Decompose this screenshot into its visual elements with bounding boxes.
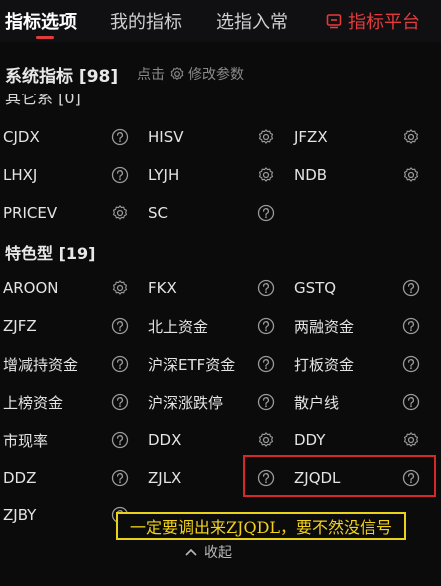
active-tab-underline xyxy=(36,36,54,39)
platform-label: 指标平台 xyxy=(348,12,420,33)
indicator-item[interactable]: CJDX xyxy=(3,122,40,152)
indicator-name: NDB xyxy=(294,166,328,184)
indicator-name: DDX xyxy=(148,431,182,449)
indicator-item[interactable]: GSTQ xyxy=(294,273,336,303)
indicator-item[interactable]: LHXJ xyxy=(3,160,37,190)
top-tab-bar: 指标选项 我的指标 选指入常 指标平台 xyxy=(0,0,441,43)
hint-prefix: 点击 xyxy=(137,67,165,83)
gear-icon[interactable] xyxy=(257,166,275,184)
indicator-name: 两融资金 xyxy=(294,317,355,336)
help-icon[interactable] xyxy=(257,355,275,373)
indicator-name: 市现率 xyxy=(3,431,49,450)
gear-icon[interactable] xyxy=(402,128,420,146)
indicator-item[interactable]: LYJH xyxy=(148,160,179,190)
gear-icon[interactable] xyxy=(257,128,275,146)
help-icon[interactable] xyxy=(402,317,420,335)
indicator-item[interactable]: 打板资金 xyxy=(294,349,354,379)
indicator-item[interactable]: DDY xyxy=(294,425,325,455)
indicator-item[interactable]: ZJFZ xyxy=(3,311,37,341)
indicator-item[interactable]: SC xyxy=(148,198,168,228)
annotation-note: 一定要调出来ZJQDL，要不然没信号 xyxy=(116,512,406,540)
platform-icon xyxy=(326,14,342,29)
indicator-item[interactable]: 沪深涨跌停 xyxy=(148,387,223,417)
indicator-item[interactable]: ZJLX xyxy=(148,463,181,493)
indicator-name: 沪深涨跌停 xyxy=(148,393,224,412)
indicator-item[interactable]: 沪深ETF资金 xyxy=(148,349,235,379)
indicator-name: DDZ xyxy=(3,469,37,487)
help-icon[interactable] xyxy=(402,393,420,411)
indicator-item[interactable]: 增减持资金 xyxy=(3,349,78,379)
indicator-item[interactable]: DDX xyxy=(148,425,181,455)
indicator-name: 散户线 xyxy=(294,393,340,412)
clipped-section-title: 其它系 [0] xyxy=(5,94,205,106)
tab-indicator-options[interactable]: 指标选项 xyxy=(5,8,77,34)
indicator-name: ZJLX xyxy=(148,469,182,487)
indicator-name: 增减持资金 xyxy=(3,355,79,374)
help-icon[interactable] xyxy=(257,204,275,222)
indicator-name: LYJH xyxy=(148,166,180,184)
indicator-item[interactable]: 北上资金 xyxy=(148,311,208,341)
help-icon[interactable] xyxy=(257,393,275,411)
help-icon[interactable] xyxy=(111,469,129,487)
indicator-item[interactable]: ZJBY xyxy=(3,500,36,530)
indicator-item[interactable]: NDB xyxy=(294,160,327,190)
indicator-name: PRICEV xyxy=(3,204,58,222)
help-icon[interactable] xyxy=(402,279,420,297)
help-icon[interactable] xyxy=(111,166,129,184)
chevron-up-icon xyxy=(185,548,197,556)
indicator-item[interactable]: JFZX xyxy=(294,122,328,152)
edit-params-hint: 点击 修改参数 xyxy=(137,64,244,84)
gear-icon[interactable] xyxy=(402,166,420,184)
help-icon[interactable] xyxy=(111,317,129,335)
indicator-name: 打板资金 xyxy=(294,355,355,374)
gear-icon[interactable] xyxy=(402,431,420,449)
indicator-name: 沪深ETF资金 xyxy=(148,355,236,374)
collapse-label: 收起 xyxy=(204,545,232,561)
indicator-item[interactable]: 上榜资金 xyxy=(3,387,63,417)
indicator-item[interactable]: FKX xyxy=(148,273,177,303)
indicator-name: 上榜资金 xyxy=(3,393,64,412)
indicator-name: DDY xyxy=(294,431,326,449)
indicator-name: GSTQ xyxy=(294,279,337,297)
help-icon[interactable] xyxy=(111,393,129,411)
tab-my-indicators[interactable]: 我的指标 xyxy=(110,8,182,34)
indicator-name: ZJBY xyxy=(3,506,37,524)
indicator-item[interactable]: 市现率 xyxy=(3,425,48,455)
indicator-name: FKX xyxy=(148,279,177,297)
help-icon[interactable] xyxy=(111,431,129,449)
indicator-item[interactable]: 散户线 xyxy=(294,387,339,417)
indicator-name: JFZX xyxy=(294,128,328,146)
indicator-item[interactable]: 两融资金 xyxy=(294,311,354,341)
indicator-name: AROON xyxy=(3,279,59,297)
clipped-section-label: 其它系 [0] xyxy=(5,94,81,106)
indicator-platform-button[interactable]: 指标平台 xyxy=(326,8,420,34)
indicator-name: SC xyxy=(148,204,168,222)
indicator-name: ZJFZ xyxy=(3,317,37,335)
indicator-name: HISV xyxy=(148,128,184,146)
indicator-name: CJDX xyxy=(3,128,40,146)
help-icon[interactable] xyxy=(111,355,129,373)
hint-suffix: 修改参数 xyxy=(188,67,244,83)
collapse-button[interactable]: 收起 xyxy=(184,542,232,562)
indicator-item[interactable]: AROON xyxy=(3,273,59,303)
help-icon[interactable] xyxy=(111,128,129,146)
indicator-item[interactable]: HISV xyxy=(148,122,184,152)
help-icon[interactable] xyxy=(402,355,420,373)
help-icon[interactable] xyxy=(257,317,275,335)
gear-icon xyxy=(170,67,184,80)
indicator-item[interactable]: PRICEV xyxy=(3,198,57,228)
indicator-name: 北上资金 xyxy=(148,317,209,336)
gear-icon[interactable] xyxy=(257,431,275,449)
indicator-name: LHXJ xyxy=(3,166,38,184)
tab-select-indicators[interactable]: 选指入常 xyxy=(216,8,288,34)
help-icon[interactable] xyxy=(257,279,275,297)
zjqdl-highlight-box xyxy=(243,455,436,497)
special-section-title: 特色型 [19] xyxy=(5,244,96,263)
system-indicators-title: 系统指标 [98] xyxy=(5,67,119,87)
gear-icon[interactable] xyxy=(111,279,129,297)
indicator-item[interactable]: DDZ xyxy=(3,463,36,493)
gear-icon[interactable] xyxy=(111,204,129,222)
